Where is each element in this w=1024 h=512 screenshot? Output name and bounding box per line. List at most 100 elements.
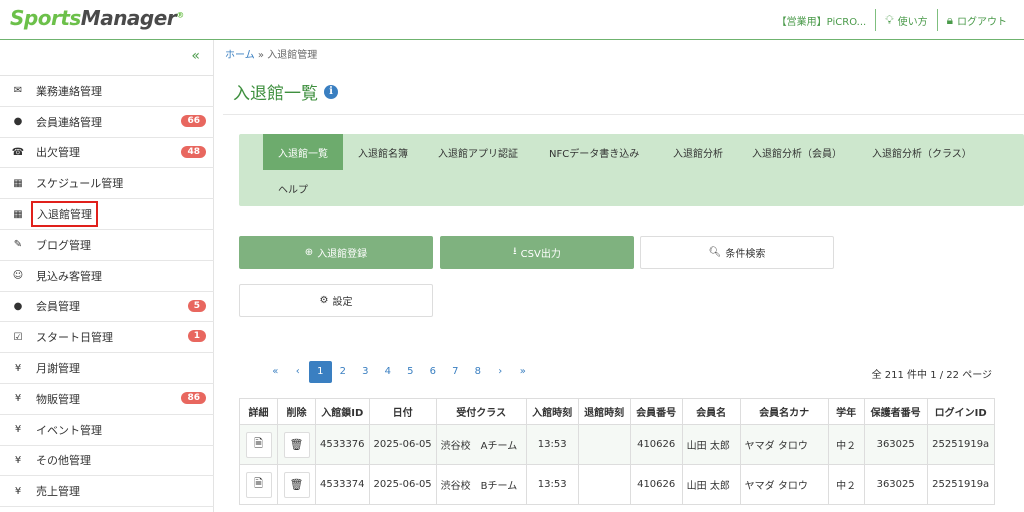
page-link[interactable]: » [512, 361, 535, 383]
sidebar-item-icon: ☎ [11, 146, 25, 158]
column-header[interactable]: 日付 [368, 398, 437, 425]
account-label: 【営業用】PiCRO... [776, 16, 867, 28]
search-button[interactable]: 🔍︎ 条件検索 [640, 236, 834, 269]
sidebar-item[interactable]: ¥ その他管理 [0, 446, 214, 477]
table-cell: 🗑︎ [277, 464, 316, 505]
tab-item[interactable]: 入退館分析 [658, 134, 738, 170]
page-link[interactable]: 3 [354, 361, 377, 383]
table-header-row: 詳細 削除 入館鎖ID 日付 受付クラス 入館時刻 退館時刻 会員番号 会員名 会員名カナ 学年 保護… [239, 398, 995, 425]
column-header[interactable]: ログインID [926, 398, 995, 425]
column-header[interactable]: 受付クラス [435, 398, 527, 425]
sidebar-item[interactable]: ☑ スタート日管理 1 [0, 322, 214, 354]
sidebar-item-icon: ¥ [14, 485, 22, 497]
sidebar-item[interactable]: ☎ 出欠管理 48 [0, 138, 214, 169]
entry-table: 詳細 削除 入館鎖ID 日付 受付クラス 入館時刻 退館時刻 会員番号 会員名 会員名カナ 学年 保護… [239, 398, 995, 505]
count-badge: 48 [181, 145, 206, 158]
page-link[interactable]: 5 [399, 361, 422, 383]
page-link[interactable]: 2 [332, 361, 355, 383]
column-header[interactable]: 保護者番号 [863, 398, 928, 425]
table-cell: 410626 [629, 464, 683, 505]
lock-icon: 🔒︎ [946, 12, 953, 27]
csv-export-button[interactable]: ⭳ CSV出力 [440, 236, 634, 269]
delete-trash-icon[interactable]: 🗑︎ [283, 431, 310, 458]
page-link[interactable]: 6 [422, 361, 445, 383]
column-header[interactable]: 詳細 [239, 398, 278, 425]
page-link[interactable]: ‹ [287, 361, 310, 383]
register-button[interactable]: ⊕ 入退館登録 [239, 236, 433, 269]
tab-item[interactable]: NFCデータ書き込み [534, 134, 654, 170]
column-header[interactable]: 会員名 [681, 398, 741, 425]
tab-item[interactable]: 入退館分析（会員） [737, 134, 857, 170]
sidebar-item[interactable]: ✉ 業務連絡管理 [0, 76, 214, 107]
page-link[interactable]: 1 [309, 361, 332, 383]
count-badge: 86 [181, 391, 206, 404]
table-cell [577, 424, 631, 465]
column-header[interactable]: 入館鎖ID [315, 398, 370, 425]
logout-link[interactable]: 🔒︎ ログアウト [938, 13, 1016, 28]
tab-item[interactable]: 入退館一覧 [263, 134, 343, 170]
tab-item[interactable]: ヘルプ [263, 170, 323, 206]
sidebar-item-label: 会員連絡管理 [36, 115, 102, 129]
register-button-label: 入退館登録 [317, 249, 368, 260]
sportsmanager-logo[interactable]: SportsManager® [10, 6, 184, 30]
collapse-chevron-icon[interactable]: « [191, 48, 200, 64]
breadcrumb-home[interactable]: ホーム [225, 50, 255, 61]
page-link[interactable]: 7 [444, 361, 467, 383]
page-link[interactable]: 4 [377, 361, 400, 383]
settings-button-label: 設定 [332, 297, 353, 308]
logout-label: ログアウト [957, 16, 1007, 28]
column-header[interactable]: 会員番号 [629, 398, 683, 425]
account-link[interactable]: 【営業用】PiCRO... [768, 13, 876, 28]
detail-file-icon[interactable]: 🗎︎ [245, 471, 272, 498]
column-header[interactable]: 入館時刻 [525, 398, 579, 425]
sidebar-item-icon: ¥ [14, 424, 22, 436]
settings-button[interactable]: ⚙ 設定 [239, 284, 433, 317]
tab-item[interactable]: 入退館アプリ認証 [423, 134, 533, 170]
table-cell: ヤマダ タロウ [739, 424, 829, 465]
table-row: 🗎︎ 🗑︎ 4533376 2025-06-05 渋谷校 Aチーム 13:53 410626… [239, 424, 995, 465]
help-link[interactable]: 💡︎ 使い方 [876, 13, 936, 28]
column-header[interactable]: 退館時刻 [577, 398, 631, 425]
sidebar-item[interactable]: ● 会員連絡管理 66 [0, 107, 214, 138]
column-header[interactable]: 削除 [277, 398, 316, 425]
page-link[interactable]: « [264, 361, 287, 383]
table-cell: 25251919a [926, 464, 995, 505]
sidebar-item-icon: ● [13, 300, 23, 312]
sidebar-item[interactable]: ¥ イベント管理 [0, 415, 214, 446]
sidebar-item[interactable]: ¥ 物販管理 86 [0, 384, 214, 415]
sidebar-item[interactable]: ¥ 売上管理 [0, 476, 214, 508]
sidebar-item[interactable]: ¥ 月謝管理 [0, 353, 214, 384]
column-header[interactable]: 学年 [827, 398, 865, 425]
sidebar-item-icon: ¥ [14, 393, 22, 405]
table-cell: 2025-06-05 [368, 424, 437, 465]
page-link[interactable]: › [489, 361, 512, 383]
sidebar-item-label: 出欠管理 [36, 146, 80, 160]
tab-item[interactable]: 入退館名簿 [343, 134, 423, 170]
sidebar-item[interactable]: ▦ 入退館管理 [0, 199, 214, 230]
search-icon: 🔍︎ [708, 247, 722, 258]
sidebar-item-icon: ✉ [13, 85, 23, 97]
page-link[interactable]: 8 [467, 361, 490, 383]
csv-button-label: CSV出力 [520, 249, 561, 260]
detail-file-icon[interactable]: 🗎︎ [245, 431, 272, 458]
tab-item[interactable]: 入退館分析（クラス） [857, 134, 987, 170]
sidebar-collapse: « [0, 40, 214, 76]
sidebar-item-label: スタート日管理 [36, 331, 113, 345]
column-header[interactable]: 会員名カナ [739, 398, 829, 425]
sidebar-item-label: 会員管理 [36, 300, 80, 314]
sidebar-item-label: 見込み客管理 [36, 269, 102, 283]
table-cell: 2025-06-05 [368, 464, 437, 505]
sidebar-item[interactable]: ▦ スケジュール管理 [0, 168, 214, 200]
sidebar-item[interactable]: ✎ ブログ管理 [0, 230, 214, 261]
table-cell: 25251919a [926, 424, 995, 465]
count-badge: 66 [181, 114, 206, 127]
search-button-label: 条件検索 [725, 249, 766, 260]
delete-trash-icon[interactable]: 🗑︎ [283, 471, 310, 498]
info-icon[interactable]: i [324, 84, 338, 99]
table-cell: 渋谷校 Aチーム [435, 424, 527, 465]
table-row: 🗎︎ 🗑︎ 4533374 2025-06-05 渋谷校 Bチーム 13:53 410626… [239, 464, 995, 505]
sidebar-item[interactable]: ● 会員管理 5 [0, 292, 214, 323]
table-cell: 🗎︎ [239, 424, 278, 465]
sidebar-item[interactable]: ☺ 見込み客管理 [0, 261, 214, 292]
title-divider [223, 114, 1024, 115]
